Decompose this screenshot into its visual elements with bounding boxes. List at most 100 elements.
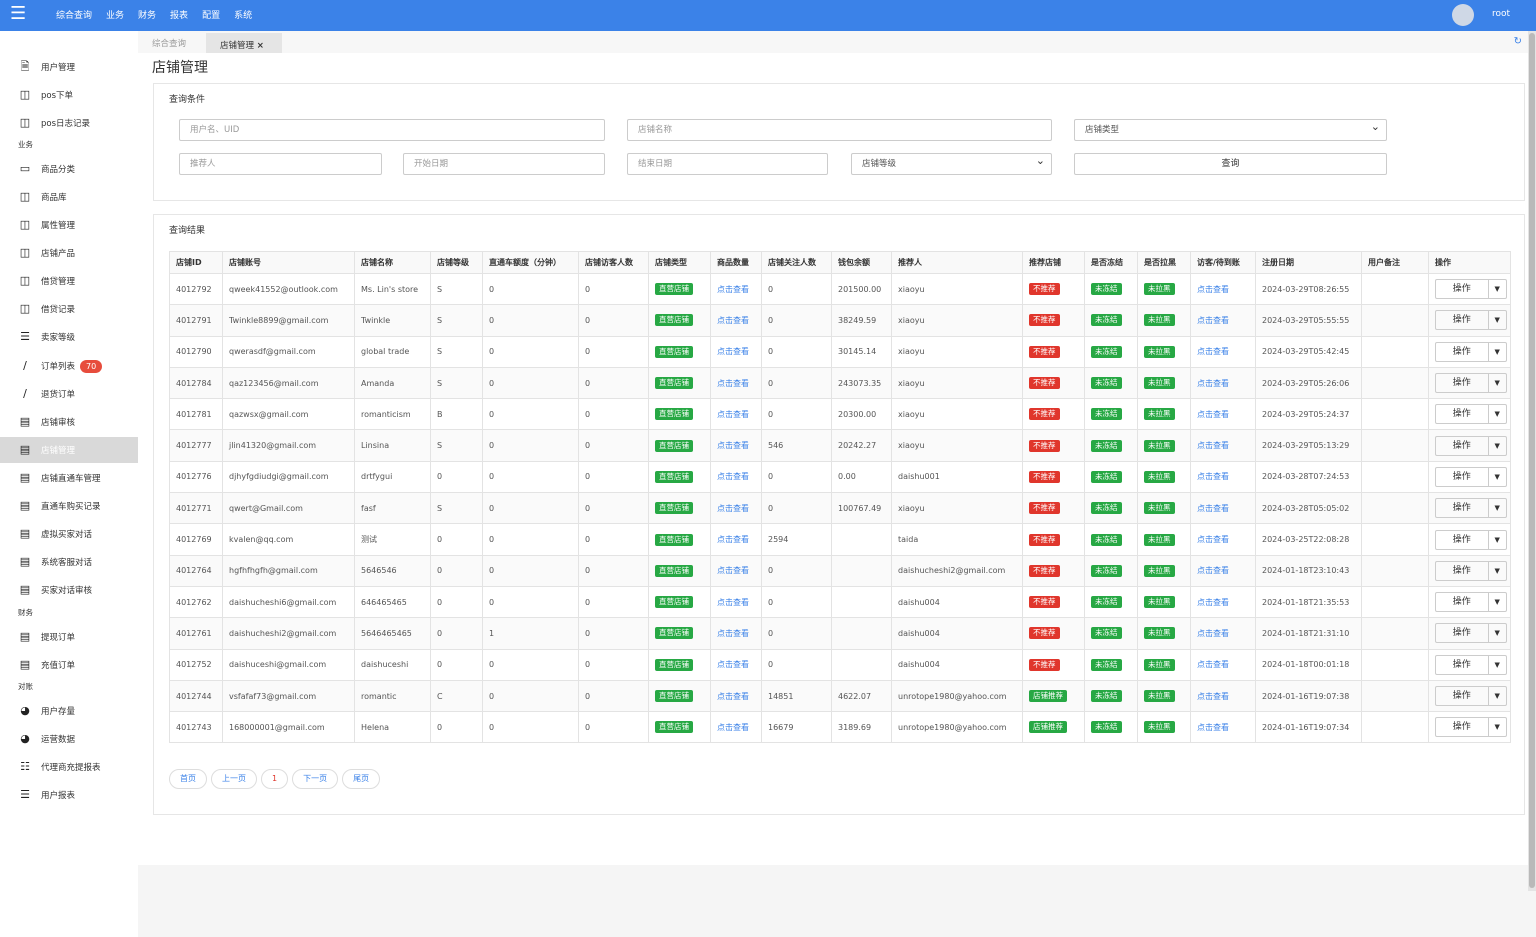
view-visitors-link[interactable]: 点击查看 bbox=[1197, 566, 1229, 575]
top-menu-item[interactable]: 系统 bbox=[234, 8, 252, 21]
close-icon[interactable]: × bbox=[257, 41, 264, 51]
blacklist-toggle[interactable]: 未拉黑 bbox=[1144, 627, 1175, 640]
view-goods-link[interactable]: 点击查看 bbox=[717, 441, 749, 450]
operation-button[interactable]: 操作 bbox=[1436, 624, 1489, 643]
caret-down-icon[interactable]: ▼ bbox=[1489, 656, 1507, 674]
recommend-toggle[interactable]: 不推荐 bbox=[1029, 596, 1060, 609]
column-header[interactable]: 店铺ID bbox=[169, 251, 223, 274]
blacklist-toggle[interactable]: 未拉黑 bbox=[1144, 658, 1175, 671]
operation-button[interactable]: 操作 bbox=[1436, 499, 1489, 518]
view-goods-link[interactable]: 点击查看 bbox=[717, 692, 749, 701]
operation-dropdown[interactable]: 操作 ▼ bbox=[1435, 279, 1507, 300]
sidebar-item[interactable]: ▤ 买家对话审核 bbox=[0, 577, 138, 603]
hamburger-icon[interactable]: ☰ bbox=[10, 5, 26, 23]
sidebar-item[interactable]: ◕ 运营数据 bbox=[0, 726, 138, 752]
sidebar-item[interactable]: ▤ 店铺审核 bbox=[0, 409, 138, 435]
view-goods-link[interactable]: 点击查看 bbox=[717, 504, 749, 513]
view-goods-link[interactable]: 点击查看 bbox=[717, 535, 749, 544]
recommend-toggle[interactable]: 不推荐 bbox=[1029, 283, 1060, 296]
operation-dropdown[interactable]: 操作 ▼ bbox=[1435, 529, 1507, 550]
operation-dropdown[interactable]: 操作 ▼ bbox=[1435, 717, 1507, 738]
view-goods-link[interactable]: 点击查看 bbox=[717, 316, 749, 325]
end-date-input[interactable]: 结束日期 bbox=[627, 153, 828, 175]
sidebar-item[interactable]: ▤ 店铺直通车管理 bbox=[0, 465, 138, 491]
freeze-toggle[interactable]: 未冻结 bbox=[1091, 721, 1122, 734]
column-header[interactable]: 店铺名称 bbox=[354, 251, 431, 274]
operation-button[interactable]: 操作 bbox=[1436, 687, 1489, 705]
blacklist-toggle[interactable]: 未拉黑 bbox=[1144, 470, 1175, 483]
operation-button[interactable]: 操作 bbox=[1436, 311, 1489, 330]
recommend-toggle[interactable]: 店铺推荐 bbox=[1029, 721, 1067, 734]
sidebar-item[interactable]: 🗎 用户管理 bbox=[0, 54, 138, 80]
caret-down-icon[interactable]: ▼ bbox=[1489, 718, 1507, 736]
operation-button[interactable]: 操作 bbox=[1436, 718, 1489, 737]
start-date-input[interactable]: 开始日期 bbox=[403, 153, 605, 175]
scrollbar[interactable] bbox=[1528, 31, 1536, 891]
column-header[interactable]: 注册日期 bbox=[1255, 251, 1362, 274]
caret-down-icon[interactable]: ▼ bbox=[1489, 280, 1507, 298]
caret-down-icon[interactable]: ▼ bbox=[1489, 468, 1507, 486]
operation-dropdown[interactable]: 操作 ▼ bbox=[1435, 592, 1507, 613]
blacklist-toggle[interactable]: 未拉黑 bbox=[1144, 721, 1175, 734]
column-header[interactable]: 商品数量 bbox=[710, 251, 762, 274]
column-header[interactable]: 推荐人 bbox=[891, 251, 1023, 274]
view-visitors-link[interactable]: 点击查看 bbox=[1197, 629, 1229, 638]
view-goods-link[interactable]: 点击查看 bbox=[717, 379, 749, 388]
operation-button[interactable]: 操作 bbox=[1436, 374, 1489, 393]
view-visitors-link[interactable]: 点击查看 bbox=[1197, 504, 1229, 513]
column-header[interactable]: 店铺关注人数 bbox=[761, 251, 832, 274]
view-goods-link[interactable]: 点击查看 bbox=[717, 285, 749, 294]
sidebar-item[interactable]: ∕ 订单列表 70 bbox=[0, 353, 138, 379]
pager-first[interactable]: 首页 bbox=[169, 769, 207, 789]
blacklist-toggle[interactable]: 未拉黑 bbox=[1144, 690, 1175, 702]
view-goods-link[interactable]: 点击查看 bbox=[717, 566, 749, 575]
operation-button[interactable]: 操作 bbox=[1436, 467, 1489, 486]
operation-button[interactable]: 操作 bbox=[1436, 561, 1489, 580]
freeze-toggle[interactable]: 未冻结 bbox=[1091, 533, 1122, 546]
recommend-toggle[interactable]: 不推荐 bbox=[1029, 439, 1060, 452]
view-visitors-link[interactable]: 点击查看 bbox=[1197, 316, 1229, 325]
pager-current[interactable]: 1 bbox=[261, 769, 289, 789]
sidebar-item[interactable]: ◫ 商品库 bbox=[0, 184, 138, 210]
sidebar-item[interactable]: ▤ 直通车购买记录 bbox=[0, 493, 138, 519]
view-visitors-link[interactable]: 点击查看 bbox=[1197, 723, 1229, 732]
recommend-toggle[interactable]: 店铺推荐 bbox=[1029, 690, 1067, 702]
operation-button[interactable]: 操作 bbox=[1436, 436, 1489, 455]
freeze-toggle[interactable]: 未冻结 bbox=[1091, 345, 1122, 358]
freeze-toggle[interactable]: 未冻结 bbox=[1091, 408, 1122, 421]
operation-dropdown[interactable]: 操作 ▼ bbox=[1435, 341, 1507, 362]
recommend-toggle[interactable]: 不推荐 bbox=[1029, 314, 1060, 327]
sidebar-item[interactable]: ◫ 属性管理 bbox=[0, 212, 138, 238]
freeze-toggle[interactable]: 未冻结 bbox=[1091, 283, 1122, 296]
column-header[interactable]: 店铺访客人数 bbox=[578, 251, 649, 274]
top-menu-item[interactable]: 财务 bbox=[138, 8, 156, 21]
referrer-input[interactable]: 推荐人 bbox=[179, 153, 382, 175]
sidebar-item[interactable]: ▤ 虚拟买家对话 bbox=[0, 521, 138, 547]
caret-down-icon[interactable]: ▼ bbox=[1489, 374, 1507, 392]
caret-down-icon[interactable]: ▼ bbox=[1489, 624, 1507, 642]
blacklist-toggle[interactable]: 未拉黑 bbox=[1144, 408, 1175, 421]
freeze-toggle[interactable]: 未冻结 bbox=[1091, 314, 1122, 327]
operation-button[interactable]: 操作 bbox=[1436, 342, 1489, 361]
top-menu-item[interactable]: 报表 bbox=[170, 8, 188, 21]
column-header[interactable]: 钱包余额 bbox=[831, 251, 892, 274]
view-visitors-link[interactable]: 点击查看 bbox=[1197, 410, 1229, 419]
caret-down-icon[interactable]: ▼ bbox=[1489, 593, 1507, 611]
blacklist-toggle[interactable]: 未拉黑 bbox=[1144, 502, 1175, 515]
sidebar-item[interactable]: ∕ 退货订单 bbox=[0, 381, 138, 407]
sidebar-item[interactable]: ▤ 充值订单 bbox=[0, 652, 138, 678]
pager-prev[interactable]: 上一页 bbox=[211, 769, 257, 789]
column-header[interactable]: 店铺账号 bbox=[222, 251, 355, 274]
column-header[interactable]: 是否冻结 bbox=[1084, 251, 1138, 274]
column-header[interactable]: 访客/待到账 bbox=[1190, 251, 1256, 274]
view-visitors-link[interactable]: 点击查看 bbox=[1197, 535, 1229, 544]
sidebar-item[interactable]: ◕ 用户存量 bbox=[0, 698, 138, 724]
avatar[interactable] bbox=[1452, 4, 1474, 26]
caret-down-icon[interactable]: ▼ bbox=[1489, 531, 1507, 549]
view-goods-link[interactable]: 点击查看 bbox=[717, 472, 749, 481]
freeze-toggle[interactable]: 未冻结 bbox=[1091, 439, 1122, 452]
view-goods-link[interactable]: 点击查看 bbox=[717, 629, 749, 638]
caret-down-icon[interactable]: ▼ bbox=[1489, 437, 1507, 455]
view-visitors-link[interactable]: 点击查看 bbox=[1197, 347, 1229, 356]
sidebar-item[interactable]: ☰ 用户报表 bbox=[0, 782, 138, 808]
